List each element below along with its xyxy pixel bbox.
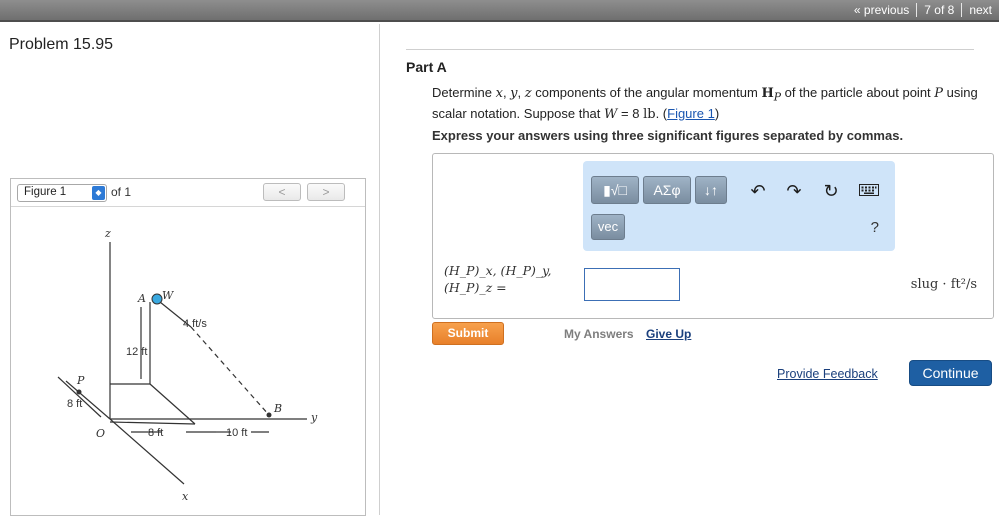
- particle-w: [151, 293, 163, 305]
- answer-input[interactable]: [584, 268, 680, 301]
- templates-button[interactable]: ▮√□: [591, 176, 639, 204]
- undo-icon[interactable]: ↶: [746, 179, 770, 203]
- figure-prev-button[interactable]: <: [263, 183, 301, 201]
- problem-position: 7 of 8: [924, 3, 955, 17]
- z-axis-label: z: [104, 227, 111, 240]
- point-b-label: B: [273, 402, 282, 415]
- problem-title: Problem 15.95: [9, 36, 114, 53]
- units-label: slug · ft²/s: [910, 277, 977, 292]
- ob-label: 10 ft: [226, 427, 247, 439]
- figure-select[interactable]: Figure 1 ◆: [17, 184, 107, 202]
- greek-button[interactable]: ΑΣφ: [643, 176, 691, 204]
- base-line-diag: [149, 383, 196, 425]
- help-icon[interactable]: ?: [871, 219, 879, 236]
- left-panel: Problem 15.95 Figure 1 ◆ of 1 < > z y x …: [0, 24, 380, 516]
- p-offset-label: 8 ft: [67, 398, 82, 410]
- q-var-p: P: [934, 86, 944, 101]
- base-line-bottom: [109, 421, 196, 425]
- reset-icon[interactable]: ↻: [819, 179, 843, 203]
- answer-label-line2: (H_P)_z =: [444, 280, 507, 295]
- keyboard-icon-shape: [859, 184, 879, 196]
- origin-label: O: [96, 427, 105, 440]
- figure-header: Figure 1 ◆ of 1 < >: [11, 179, 365, 207]
- chevron-updown-icon: ◆: [92, 186, 105, 200]
- q-var-z: z: [524, 86, 532, 101]
- part-label: Part A: [406, 59, 447, 75]
- provide-feedback-link[interactable]: Provide Feedback: [777, 367, 878, 381]
- point-p-label: P: [76, 374, 85, 387]
- ox-label: 8 ft: [148, 427, 163, 439]
- top-navigation-bar: « previous 7 of 8 next: [0, 0, 999, 22]
- template-icon: ▮√□: [603, 182, 627, 198]
- x-axis-line: [109, 418, 185, 485]
- figure-diagram: z y x A W P O B 4 ft/s 12 ft 8 ft 8 ft 1…: [57, 227, 318, 503]
- vec-button[interactable]: vec: [591, 214, 625, 240]
- height-label: 12 ft: [126, 346, 147, 358]
- math-toolbar: ▮√□ ΑΣφ ↓↑ ↶ ↷ ↻ vec ?: [583, 161, 895, 251]
- right-panel: Part A Determine x, y, z components of t…: [381, 24, 999, 515]
- my-answers-link: My Answers: [564, 327, 634, 341]
- answer-label: (H_P)_x, (H_P)_y, (H_P)_z =: [444, 262, 552, 296]
- figure-select-value: Figure 1: [24, 186, 67, 198]
- answer-box: ▮√□ ΑΣφ ↓↑ ↶ ↷ ↻ vec ? (H_P)_x, (H_P)_y,…: [432, 153, 994, 319]
- weight-label: W: [162, 289, 175, 302]
- point-p: [76, 389, 82, 395]
- q-var-y: y: [510, 86, 518, 101]
- figure-viewer: Figure 1 ◆ of 1 < > z y x A W P O B 4 ft…: [10, 178, 366, 516]
- q-text: components of the angular momentum: [535, 85, 758, 100]
- continue-button[interactable]: Continue: [909, 360, 992, 386]
- point-b: [266, 412, 272, 418]
- question-text: Determine x, y, z components of the angu…: [432, 85, 978, 122]
- velocity-label: 4 ft/s: [183, 318, 207, 330]
- redo-icon[interactable]: ↷: [782, 179, 806, 203]
- instruction-text: Express your answers using three signifi…: [432, 128, 904, 143]
- next-link[interactable]: next: [962, 3, 999, 17]
- q-text: Determine: [432, 85, 492, 100]
- q-var-h: H: [761, 86, 774, 101]
- submit-button[interactable]: Submit: [432, 322, 504, 345]
- answer-label-line1: (H_P)_x, (H_P)_y,: [444, 263, 552, 278]
- keyboard-icon[interactable]: [857, 179, 881, 203]
- q-var-x: x: [495, 86, 503, 101]
- give-up-link[interactable]: Give Up: [646, 327, 691, 341]
- figure-next-button[interactable]: >: [307, 183, 345, 201]
- arrows-button[interactable]: ↓↑: [695, 176, 727, 204]
- divider: [406, 49, 974, 50]
- figure-count: of 1: [111, 185, 132, 199]
- y-axis-label: y: [310, 411, 318, 424]
- q-var-h-sub: P: [773, 90, 782, 104]
- q-text: of the particle about point: [784, 85, 931, 100]
- q-text: = 8: [621, 105, 640, 121]
- previous-link[interactable]: « previous: [847, 3, 916, 17]
- figure-link[interactable]: Figure 1: [667, 106, 715, 121]
- x-axis-label: x: [182, 490, 189, 503]
- point-a-label: A: [137, 292, 146, 305]
- q-unit: lb: [643, 106, 656, 122]
- problem-navigation: « previous 7 of 8 next: [847, 0, 999, 20]
- path-dashed-line: [190, 326, 270, 416]
- q-var-w: W: [604, 106, 618, 122]
